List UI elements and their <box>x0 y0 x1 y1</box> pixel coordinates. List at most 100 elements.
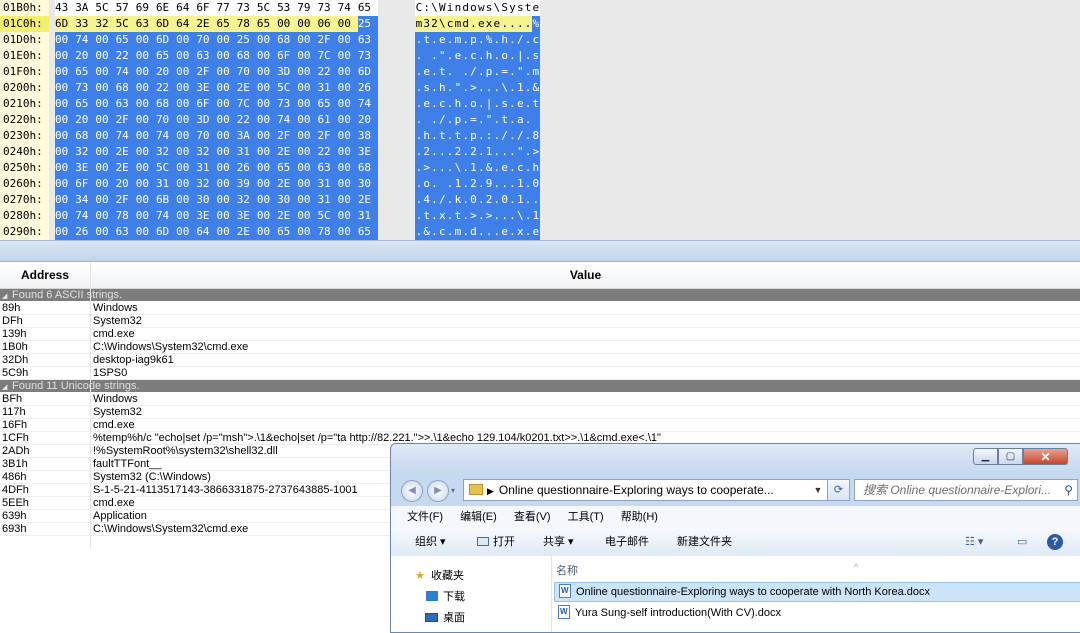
hex-byte[interactable]: 78 <box>317 224 338 240</box>
hex-byte[interactable]: 00 <box>55 160 76 176</box>
address-dropdown-icon[interactable]: ▼ <box>809 480 827 500</box>
hex-byte[interactable]: 6F <box>277 48 298 64</box>
hex-byte[interactable]: 74 <box>115 128 136 144</box>
hex-byte[interactable]: 31 <box>357 208 378 224</box>
hex-byte[interactable]: 70 <box>155 112 177 128</box>
hex-byte[interactable]: 3A <box>236 128 257 144</box>
hex-byte[interactable]: 65 <box>115 32 136 48</box>
table-row[interactable]: 32Dh desktop-iag9k61 <box>0 354 1080 367</box>
hex-row[interactable]: 0270h: 00 34 00 2F 00 6B 00 30 00 32 00 30 00 31 00 2E .4… <box>0 192 545 208</box>
hex-byte[interactable]: 3E <box>75 160 96 176</box>
hex-byte[interactable]: 00 <box>216 64 237 80</box>
hex-byte[interactable]: 00 <box>297 48 318 64</box>
pane-splitter[interactable] <box>0 240 1080 262</box>
table-row[interactable]: 117h System32 <box>0 406 1080 419</box>
hex-byte[interactable]: 00 <box>337 144 358 160</box>
hex-byte[interactable]: 65 <box>155 48 177 64</box>
hex-byte[interactable]: 00 <box>337 32 358 48</box>
hex-byte[interactable]: 00 <box>135 48 156 64</box>
hex-byte[interactable]: 00 <box>256 176 278 192</box>
hex-byte[interactable]: 00 <box>337 16 358 32</box>
hex-byte[interactable]: 00 <box>176 112 197 128</box>
hex-byte[interactable]: 74 <box>155 128 177 144</box>
hex-byte[interactable]: 00 <box>176 224 197 240</box>
hex-row[interactable]: 0210h: 00 65 00 63 00 68 00 6F 00 7C 00 73 00 65 00 74 .e… <box>0 96 545 112</box>
hex-byte[interactable]: 2F <box>196 64 217 80</box>
hex-byte[interactable]: 2E <box>236 224 257 240</box>
hex-byte[interactable]: 61 <box>317 112 338 128</box>
hex-row[interactable]: 01D0h: 00 74 00 65 00 6D 00 70 00 25 00 68 00 2F 00 63 .t… <box>0 32 545 48</box>
hex-byte[interactable]: 74 <box>277 112 298 128</box>
hex-byte[interactable]: 26 <box>357 80 378 96</box>
hex-byte[interactable]: 00 <box>216 160 237 176</box>
hex-byte[interactable]: 2E <box>236 80 257 96</box>
hex-row[interactable]: 0260h: 00 6F 00 20 00 31 00 32 00 39 00 2E 00 31 00 30 .o… <box>0 176 545 192</box>
organize-button[interactable]: 组织 ▾ <box>415 528 446 556</box>
hex-byte[interactable]: 3D <box>277 64 298 80</box>
open-button[interactable]: 打开 <box>477 528 515 556</box>
back-button[interactable]: ◀ <box>401 480 423 502</box>
hex-byte[interactable]: 00 <box>256 160 278 176</box>
hex-byte[interactable]: 00 <box>135 144 156 160</box>
hex-byte[interactable]: 00 <box>55 144 76 160</box>
hex-byte[interactable]: 78 <box>236 16 257 32</box>
nav-item-downloads[interactable]: 下载 <box>425 587 465 607</box>
hex-byte[interactable]: 00 <box>337 128 358 144</box>
help-button[interactable]: ? <box>1047 534 1063 550</box>
hex-byte[interactable]: 31 <box>317 176 338 192</box>
hex-byte[interactable]: 00 <box>256 224 278 240</box>
hex-byte[interactable]: 31 <box>317 192 338 208</box>
hex-byte[interactable]: 31 <box>196 160 217 176</box>
hex-byte[interactable]: 22 <box>155 80 177 96</box>
hex-row[interactable]: 01C0h: 6D 33 32 5C 63 6D 64 2E 65 78 65 00 00 06 00 25 m3… <box>0 16 545 32</box>
hex-byte[interactable]: 00 <box>216 224 237 240</box>
hex-byte[interactable]: 5C <box>317 208 338 224</box>
hex-byte[interactable]: 00 <box>337 64 358 80</box>
hex-row[interactable]: 01F0h: 00 65 00 74 00 20 00 2F 00 70 00 3D 00 22 00 6D .e… <box>0 64 545 80</box>
hex-byte[interactable]: 00 <box>297 176 318 192</box>
hex-byte[interactable]: 68 <box>115 80 136 96</box>
hex-byte[interactable]: 68 <box>277 32 298 48</box>
hex-byte[interactable]: 00 <box>256 128 278 144</box>
hex-byte[interactable]: 73 <box>75 80 96 96</box>
hex-row[interactable]: 0200h: 00 73 00 68 00 22 00 3E 00 2E 00 5C 00 31 00 26 .s… <box>0 80 545 96</box>
hex-byte[interactable]: 2F <box>317 128 338 144</box>
hex-byte[interactable]: 34 <box>75 192 96 208</box>
hex-byte[interactable]: 64 <box>196 224 217 240</box>
new-folder-button[interactable]: 新建文件夹 <box>677 528 732 556</box>
hex-byte[interactable]: 31 <box>236 144 257 160</box>
hex-byte[interactable]: 73 <box>357 48 378 64</box>
hex-byte[interactable]: 3D <box>196 112 217 128</box>
minimize-button[interactable]: ▁ <box>973 448 998 465</box>
table-row[interactable]: DFh System32 <box>0 315 1080 328</box>
hex-byte[interactable]: 5C <box>95 0 116 16</box>
hex-byte[interactable]: 65 <box>277 224 298 240</box>
hex-byte[interactable]: 3E <box>196 80 217 96</box>
hex-byte[interactable]: 2F <box>277 128 298 144</box>
hex-byte[interactable]: 00 <box>216 208 237 224</box>
hex-byte[interactable]: 65 <box>357 0 378 16</box>
hex-byte[interactable]: 00 <box>135 96 156 112</box>
hex-byte[interactable]: 31 <box>317 80 338 96</box>
hex-byte[interactable]: 00 <box>95 32 116 48</box>
hex-byte[interactable]: 00 <box>176 208 197 224</box>
column-header-value[interactable]: Value <box>91 263 1080 288</box>
hex-byte[interactable]: 63 <box>135 16 156 32</box>
hex-byte[interactable]: 2F <box>115 112 136 128</box>
hex-byte[interactable]: 53 <box>277 0 298 16</box>
share-button[interactable]: 共享 ▾ <box>543 528 574 556</box>
close-button[interactable]: ✕ <box>1023 448 1068 465</box>
hex-byte[interactable]: 25 <box>236 32 257 48</box>
hex-byte[interactable]: 2E <box>357 192 378 208</box>
hex-byte[interactable]: 2E <box>277 144 298 160</box>
hex-byte[interactable]: 65 <box>317 96 338 112</box>
hex-byte[interactable]: 00 <box>216 48 237 64</box>
hex-byte[interactable]: 00 <box>337 224 358 240</box>
hex-byte[interactable]: 25 <box>357 16 378 32</box>
hex-byte[interactable]: 6D <box>155 16 177 32</box>
hex-byte[interactable]: 00 <box>135 80 156 96</box>
hex-byte[interactable]: 00 <box>297 160 318 176</box>
hex-byte[interactable]: 00 <box>135 192 156 208</box>
file-list-item[interactable]: Yura Sung-self introduction(With CV).doc… <box>554 603 1080 623</box>
hex-byte[interactable]: 65 <box>357 224 378 240</box>
